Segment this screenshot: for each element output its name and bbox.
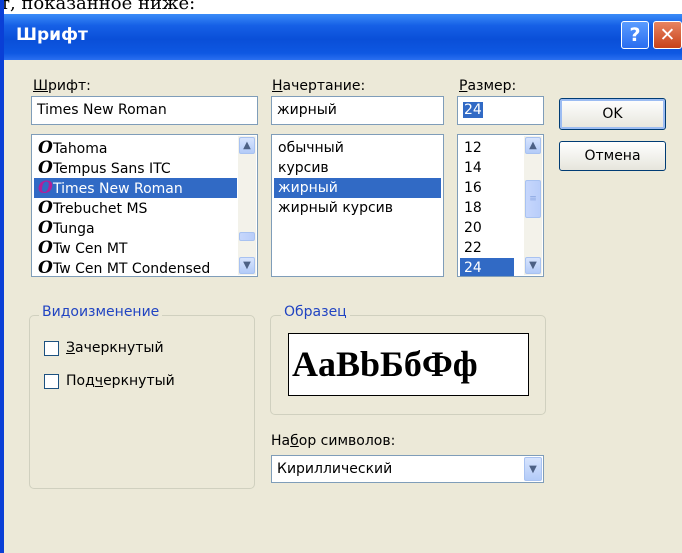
- font-label: Шрифт:: [33, 78, 91, 94]
- scroll-down-icon[interactable]: ▼: [239, 257, 255, 274]
- size-list-item[interactable]: 22: [460, 238, 514, 258]
- size-list-item-label: 16: [464, 180, 482, 196]
- font-type-icon: O: [38, 178, 53, 198]
- font-list-item[interactable]: OTahoma: [34, 138, 237, 158]
- size-list-item[interactable]: 12: [460, 138, 514, 158]
- help-button[interactable]: ?: [621, 21, 649, 49]
- size-list-item[interactable]: 20: [460, 218, 514, 238]
- charset-label: Набор символов:: [271, 433, 396, 449]
- cancel-button[interactable]: Отмена: [559, 141, 666, 171]
- font-list-item-label: Tahoma: [53, 141, 108, 157]
- window-title: Шрифт: [16, 25, 88, 45]
- size-list-item-label: 14: [464, 160, 482, 176]
- font-list-item[interactable]: OTempus Sans ITC: [34, 158, 237, 178]
- font-list[interactable]: OTw Cen MT Condensed OTw Cen MT OTunga OTre…: [31, 134, 258, 277]
- strikeout-checkbox[interactable]: [44, 341, 59, 356]
- font-type-icon: O: [38, 258, 53, 277]
- scroll-thumb[interactable]: [239, 232, 255, 241]
- font-list-item[interactable]: OTimes New Roman: [34, 178, 237, 198]
- style-list-item[interactable]: обычный: [274, 138, 441, 158]
- style-list-item-label: курсив: [278, 160, 329, 176]
- font-list-item-label: Tw Cen MT Condensed: [53, 261, 211, 277]
- close-icon: ✕: [659, 24, 676, 46]
- window-left-border: [0, 0, 4, 553]
- font-list-item[interactable]: OTw Cen MT Condensed: [34, 258, 237, 277]
- style-list-item[interactable]: курсив: [274, 158, 441, 178]
- size-list-item-label: 18: [464, 200, 482, 216]
- font-list-item-label: Trebuchet MS: [53, 201, 148, 217]
- underline-checkbox[interactable]: [44, 374, 59, 389]
- size-list-item[interactable]: 14: [460, 158, 514, 178]
- effects-group-title: Видоизменение: [39, 304, 163, 320]
- font-list-item-label: Tw Cen MT: [53, 241, 128, 257]
- size-list-item-label: 12: [464, 140, 482, 156]
- font-type-icon: O: [38, 158, 53, 178]
- font-name-input[interactable]: Times New Roman: [31, 96, 258, 125]
- sample-text: AaBbБбФф: [292, 344, 478, 384]
- size-input[interactable]: 24: [457, 96, 544, 125]
- size-label: Размер:: [459, 78, 517, 94]
- size-list-item[interactable]: 16: [460, 178, 514, 198]
- font-type-icon: O: [38, 198, 53, 218]
- font-list-item[interactable]: OTrebuchet MS: [34, 198, 237, 218]
- sample-group-title: Образец: [281, 304, 350, 320]
- underline-label[interactable]: Подчеркнутый: [66, 373, 175, 389]
- scroll-up-icon[interactable]: ▲: [525, 137, 541, 154]
- size-list[interactable]: 24 22 20 18 16 14 12 ▲ ≡ ▼: [457, 134, 544, 277]
- size-list-item-label: 22: [464, 240, 482, 256]
- close-button[interactable]: ✕: [653, 21, 682, 49]
- style-list-item[interactable]: жирный: [274, 178, 441, 198]
- ok-button[interactable]: OK: [559, 98, 666, 130]
- style-input[interactable]: жирный: [271, 96, 444, 125]
- font-list-item-label: Times New Roman: [53, 181, 183, 197]
- font-type-icon: O: [38, 218, 53, 238]
- font-list-item[interactable]: OTw Cen MT: [34, 238, 237, 258]
- scroll-down-icon[interactable]: ▼: [525, 257, 541, 274]
- size-list-item-label: 20: [464, 220, 482, 236]
- charset-select[interactable]: Кириллический ▼: [271, 455, 544, 483]
- document-text: т, показанное ниже:: [0, 0, 196, 14]
- style-list-item[interactable]: жирный курсив: [274, 198, 441, 218]
- font-type-icon: O: [38, 238, 53, 258]
- document-text-strip: т, показанное ниже:: [0, 0, 682, 14]
- size-list-item[interactable]: 24: [460, 258, 514, 276]
- size-list-scrollbar[interactable]: ▲ ≡ ▼: [524, 136, 542, 275]
- title-bar[interactable]: Шрифт ? ✕: [4, 14, 682, 60]
- size-list-item-label: 24: [464, 260, 482, 276]
- style-list-item-label: обычный: [278, 140, 344, 156]
- help-icon: ?: [629, 24, 641, 46]
- sample-preview: AaBbБбФф: [288, 333, 529, 396]
- size-list-item[interactable]: 18: [460, 198, 514, 218]
- style-list-item-label: жирный: [278, 180, 338, 196]
- scroll-thumb[interactable]: ≡: [525, 180, 541, 218]
- chevron-down-icon[interactable]: ▼: [524, 457, 542, 481]
- style-label: Начертание:: [272, 78, 366, 94]
- scroll-up-icon[interactable]: ▲: [239, 137, 255, 154]
- font-type-icon: O: [38, 138, 53, 158]
- strikeout-label[interactable]: Зачеркнутый: [66, 340, 164, 356]
- style-list[interactable]: жирный курсив жирный курсив обычный: [271, 134, 444, 277]
- font-list-item-label: Tempus Sans ITC: [53, 161, 171, 177]
- font-list-item-label: Tunga: [53, 221, 95, 237]
- font-list-scrollbar[interactable]: ▲ ▼: [238, 136, 256, 275]
- font-list-item[interactable]: OTunga: [34, 218, 237, 238]
- style-list-item-label: жирный курсив: [278, 200, 394, 216]
- charset-value: Кириллический: [277, 461, 393, 477]
